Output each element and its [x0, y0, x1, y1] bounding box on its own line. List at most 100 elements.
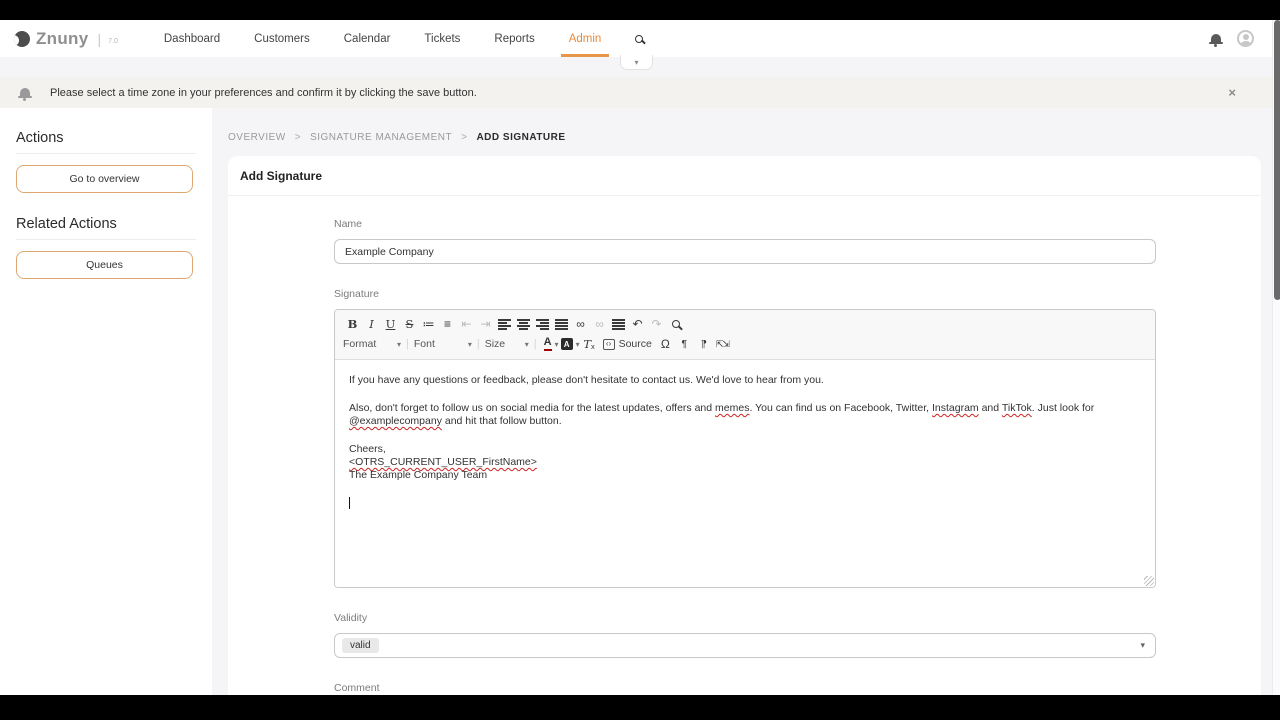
top-navbar: Znuny | 7.0 Dashboard Customers Calendar Ti…	[0, 20, 1280, 57]
unlink-icon: ∞	[590, 316, 609, 333]
bold-icon[interactable]: B	[343, 316, 362, 333]
sidebar: ActionsGo to overviewRelated ActionsQueu…	[0, 108, 212, 695]
editor-text: Cheers,	[349, 443, 386, 455]
align-left-icon[interactable]	[495, 316, 514, 333]
strikethrough-icon[interactable]: S	[400, 316, 419, 333]
maximize-icon[interactable]: ⇱⇲	[713, 336, 732, 353]
divider	[16, 153, 196, 154]
editor-text: The Example Company Team	[349, 469, 487, 481]
background-color-icon[interactable]: A▾	[561, 336, 580, 353]
sidebar-section-title: Related Actions	[16, 216, 196, 232]
close-icon[interactable]: ×	[1228, 86, 1236, 99]
version-label: 7.0	[108, 38, 118, 49]
special-character-icon[interactable]: Ω	[656, 336, 675, 353]
source-button[interactable]: ‹›Source	[603, 338, 652, 350]
chevron-down-icon: ▾	[468, 340, 472, 349]
editor-body[interactable]: If you have any questions or feedback, p…	[335, 360, 1155, 587]
align-justify-icon[interactable]	[552, 316, 571, 333]
logo-text: Znuny	[36, 29, 89, 49]
breadcrumb: OVERVIEW > SIGNATURE MANAGEMENT > ADD SIGNAT…	[228, 131, 1261, 144]
numbered-list-icon[interactable]: ≔	[419, 316, 438, 333]
add-signature-card: Add Signature Name Signature BIUS≔≡⇤⇥∞∞↶…	[228, 156, 1261, 695]
bidi-ltr-icon[interactable]: ¶	[675, 336, 694, 353]
editor-text: If you have any questions or feedback, p…	[349, 374, 824, 386]
editor-text: @examplecompany	[349, 415, 442, 427]
editor-paragraph: Cheers,<OTRS_CURRENT_USER_FirstName>The …	[349, 443, 1141, 482]
bulleted-list-icon[interactable]: ≡	[438, 316, 457, 333]
underline-icon[interactable]: U	[381, 316, 400, 333]
nav-item-reports[interactable]: Reports	[488, 20, 540, 57]
validity-select[interactable]: valid ▾	[334, 633, 1156, 658]
content-area: ActionsGo to overviewRelated ActionsQueu…	[0, 108, 1280, 695]
chevron-down-icon: ▾	[525, 340, 529, 349]
editor-text: memes	[715, 402, 749, 414]
undo-icon[interactable]: ↶	[628, 316, 647, 333]
nav-item-calendar[interactable]: Calendar	[338, 20, 397, 57]
bidi-rtl-icon[interactable]: ¶	[694, 336, 713, 353]
editor-line: If you have any questions or feedback, p…	[349, 374, 1141, 387]
horizontal-rule-icon[interactable]	[609, 316, 628, 333]
breadcrumb-item: ADD SIGNATURE	[476, 132, 565, 143]
sidebar-button-queues[interactable]: Queues	[16, 251, 193, 279]
chevron-down-icon: ▾	[397, 340, 401, 349]
align-center-icon[interactable]	[514, 316, 533, 333]
browser-viewport: Znuny | 7.0 Dashboard Customers Calendar Ti…	[0, 20, 1280, 695]
editor-line	[349, 497, 1141, 510]
name-input[interactable]	[334, 239, 1156, 264]
link-icon[interactable]: ∞	[571, 316, 590, 333]
sidebar-button-go-to-overview[interactable]: Go to overview	[16, 165, 193, 193]
page-title: Add Signature	[228, 156, 1261, 195]
chevron-down-icon: ▾	[555, 340, 559, 349]
nav-item-admin[interactable]: Admin	[563, 20, 608, 57]
editor-text: TikTok	[1002, 402, 1032, 414]
nav-item-dashboard[interactable]: Dashboard	[158, 20, 226, 57]
znuny-logo-icon	[14, 31, 30, 47]
italic-icon[interactable]: I	[362, 316, 381, 333]
breadcrumb-item[interactable]: OVERVIEW	[228, 132, 286, 143]
text-caret	[349, 497, 350, 509]
align-right-icon[interactable]	[533, 316, 552, 333]
find-icon[interactable]	[666, 316, 685, 333]
size-select[interactable]: Size▾	[485, 338, 529, 350]
nav-item-tickets[interactable]: Tickets	[418, 20, 466, 57]
vertical-scrollbar[interactable]	[1272, 20, 1280, 695]
editor-paragraph: Also, don't forget to follow us on socia…	[349, 402, 1141, 428]
editor-paragraph	[349, 497, 1141, 510]
breadcrumb-separator-icon: >	[295, 132, 301, 143]
format-select[interactable]: Format▾	[343, 338, 401, 350]
toolbar-separator: |	[477, 338, 480, 350]
editor-paragraph: If you have any questions or feedback, p…	[349, 374, 1141, 387]
screen: Znuny | 7.0 Dashboard Customers Calendar Ti…	[0, 0, 1280, 720]
remove-format-icon[interactable]: Tx	[580, 336, 599, 353]
page-gap: ▾	[0, 57, 1280, 77]
editor-line: <OTRS_CURRENT_USER_FirstName>	[349, 456, 1141, 469]
redo-icon: ↷	[647, 316, 666, 333]
notifications-bell-icon[interactable]	[1211, 34, 1221, 43]
toolbar-row-2: Format▾|Font▾|Size▾|A▾A▾Tx‹›SourceΩ¶¶⇱⇲	[343, 334, 1147, 354]
chevron-down-icon: ▾	[1140, 640, 1145, 651]
breadcrumb-separator-icon: >	[461, 132, 467, 143]
editor-line: The Example Company Team	[349, 469, 1141, 482]
font-select[interactable]: Font▾	[414, 338, 472, 350]
user-avatar[interactable]	[1237, 30, 1254, 47]
editor-text: . You can find us on Facebook, Twitter,	[749, 402, 932, 414]
source-icon: ‹›	[603, 339, 615, 350]
divider	[16, 239, 196, 240]
signature-label: Signature	[334, 288, 1156, 300]
editor-text: and hit that follow button.	[442, 415, 562, 427]
search-icon	[635, 35, 643, 43]
znuny-logo[interactable]: Znuny | 7.0	[14, 29, 118, 49]
toolbar-toggle-tab[interactable]: ▾	[620, 55, 653, 70]
breadcrumb-item[interactable]: SIGNATURE MANAGEMENT	[310, 132, 452, 143]
notification-bar: Please select a time zone in your prefer…	[0, 77, 1280, 108]
nav-item-customers[interactable]: Customers	[248, 20, 316, 57]
editor-line: Also, don't forget to follow us on socia…	[349, 402, 1141, 428]
text-color-icon[interactable]: A▾	[542, 336, 561, 353]
editor-toolbar: BIUS≔≡⇤⇥∞∞↶↷ Format▾|Font▾|Size▾|A▾A▾Tx‹…	[335, 310, 1155, 360]
scrollbar-thumb[interactable]	[1274, 20, 1280, 300]
signature-form: Name Signature BIUS≔≡⇤⇥∞∞↶↷ Format▾|Font…	[228, 196, 1261, 695]
search-button[interactable]	[635, 30, 643, 48]
editor-text: Also, don't forget to follow us on socia…	[349, 402, 715, 414]
indent-icon: ⇥	[476, 316, 495, 333]
resize-handle-icon[interactable]	[1144, 576, 1154, 586]
